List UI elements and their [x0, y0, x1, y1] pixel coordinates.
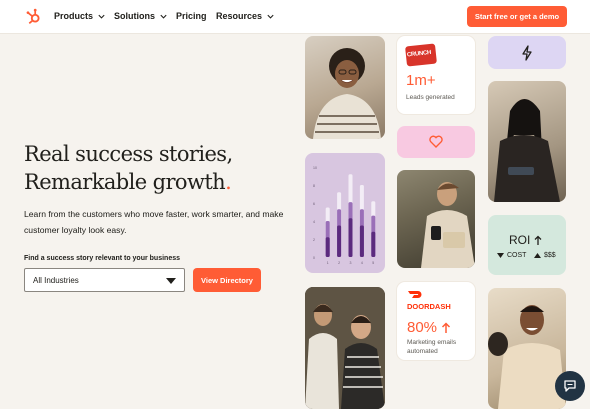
heart-card — [397, 126, 475, 158]
team-illustration — [305, 287, 385, 409]
top-nav: Products Solutions Pricing Resources Sta… — [0, 0, 590, 34]
nav-pricing-label: Pricing — [176, 11, 207, 21]
chart-y-tick-label: 4 — [313, 220, 315, 224]
chart-y-tick-label: 0 — [313, 256, 315, 260]
arrow-up-icon — [442, 321, 451, 333]
roi-title: ROI — [509, 233, 531, 247]
nav-resources-label: Resources — [216, 11, 263, 21]
nav-products[interactable]: Products — [54, 11, 106, 21]
chevron-down-icon — [267, 14, 274, 19]
industry-select[interactable]: All Industries — [24, 268, 185, 292]
customer-photo-smiling-woman — [305, 36, 385, 139]
crunch-caption: Leads generated — [406, 94, 455, 101]
roi-card[interactable]: ROI COST $$$ — [488, 215, 566, 275]
roi-title-row: ROI — [509, 233, 542, 247]
nav-solutions[interactable]: Solutions — [114, 11, 168, 21]
page-title-line1: Real success stories, — [24, 142, 233, 166]
start-free-demo-button[interactable]: Start free or get a demo — [467, 6, 567, 27]
title-period: . — [225, 170, 232, 194]
woman-tablet-illustration — [494, 99, 560, 202]
page-title-line2-text: Remarkable growth — [24, 170, 226, 194]
industry-select-value: All Industries — [33, 275, 79, 285]
roi-revenue-label: $$$ — [544, 252, 556, 259]
nav-products-label: Products — [54, 11, 94, 21]
bar-chart-card: 10 8 6 4 2 0 1 2 3 4 5 — [305, 153, 385, 273]
roi-revenue: $$$ — [534, 252, 556, 259]
chart-bar-dark — [325, 237, 330, 257]
nav-solutions-label: Solutions — [114, 11, 155, 21]
chart-bar-dark — [337, 225, 342, 257]
customer-photo-woman-tablet — [488, 81, 566, 202]
bar-chart: 10 8 6 4 2 0 1 2 3 4 5 — [313, 166, 376, 265]
customer-photo-smiling-man — [488, 288, 566, 409]
caret-down-icon — [166, 278, 176, 284]
nav-resources[interactable]: Resources — [216, 11, 275, 21]
nav-pricing[interactable]: Pricing — [176, 11, 207, 21]
doordash-stat: 80% — [407, 319, 438, 336]
chart-y-tick-label: 10 — [313, 166, 317, 170]
view-directory-button[interactable]: View Directory — [193, 268, 261, 292]
page-title-line2: Remarkable growth. — [24, 168, 233, 196]
chart-x-tick-label: 4 — [361, 261, 363, 265]
arrow-up-icon — [534, 235, 542, 245]
man-with-phone-illustration — [421, 182, 475, 268]
doordash-logo-text: DOORDASH — [407, 302, 451, 311]
chevron-down-icon — [160, 14, 167, 19]
roi-cost-label: COST — [507, 252, 527, 259]
customer-photo-man-phone — [397, 170, 475, 268]
smiling-woman-illustration — [313, 48, 381, 139]
chart-bar-dark — [359, 225, 364, 257]
chart-bar-dark — [371, 231, 376, 257]
chart-x-tick-label: 1 — [327, 261, 329, 265]
chart-y-tick-label: 8 — [313, 184, 315, 188]
chat-icon — [564, 380, 576, 392]
doordash-stat-card[interactable]: DOORDASH 80% Marketing emails automated — [397, 282, 475, 360]
chart-y-tick-label: 6 — [313, 202, 315, 206]
crunch-stat-card[interactable]: CRUNCH 1m+ Leads generated — [397, 36, 475, 114]
doordash-stat-row: 80% — [407, 319, 451, 336]
chart-x-tick-label: 5 — [372, 261, 374, 265]
lightning-card — [488, 36, 566, 69]
page-title: Real success stories, Remarkable growth. — [24, 140, 233, 196]
chart-x-tick-label: 3 — [350, 261, 352, 265]
triangle-down-icon — [497, 253, 504, 258]
roi-cost: COST — [497, 252, 526, 259]
smiling-man-illustration — [488, 305, 566, 409]
chart-x-tick-label: 2 — [338, 261, 340, 265]
industry-select-label: Find a success story relevant to your bu… — [24, 255, 180, 262]
chevron-down-icon — [98, 14, 105, 19]
triangle-up-icon — [534, 253, 541, 258]
chart-bar-dark — [348, 218, 353, 257]
doordash-caption: Marketing emails automated — [407, 339, 457, 355]
customer-photo-team — [305, 287, 385, 409]
lightning-icon — [522, 45, 532, 61]
crunch-logo-text: CRUNCH — [406, 49, 432, 59]
heart-icon — [429, 135, 443, 148]
chat-button[interactable] — [555, 371, 585, 401]
hero-subtitle: Learn from the customers who move faster… — [24, 209, 284, 235]
chart-y-tick-label: 2 — [313, 238, 315, 242]
crunch-logo-icon: CRUNCH — [405, 43, 437, 67]
doordash-logo-icon — [408, 291, 422, 298]
hubspot-logo-icon[interactable] — [25, 8, 42, 25]
crunch-stat: 1m+ — [406, 72, 436, 89]
